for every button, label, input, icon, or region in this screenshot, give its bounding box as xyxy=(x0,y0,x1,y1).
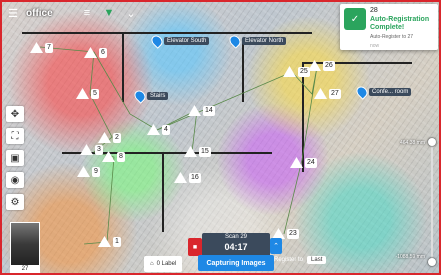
scan-pin-icon xyxy=(174,172,187,183)
scan-pin-icon xyxy=(102,151,115,162)
scan-pin[interactable]: 3 xyxy=(80,144,103,155)
stop-icon: ■ xyxy=(192,243,198,251)
scan-pin[interactable]: 1 xyxy=(98,236,121,247)
location-pin-icon xyxy=(227,33,243,49)
scan-pin[interactable]: 26 xyxy=(308,60,335,71)
chevron-down-icon[interactable]: ⌄ xyxy=(124,6,138,20)
scan-pin-icon xyxy=(77,166,90,177)
scan-pin[interactable]: 6 xyxy=(84,47,107,58)
scan-panel: Scan 29 04:17 xyxy=(202,233,270,255)
scan-pin[interactable]: 24 xyxy=(290,157,317,168)
scan-pin-icon xyxy=(80,144,93,155)
tag-icon: ⌂ xyxy=(150,261,154,267)
funnel-icon[interactable]: ▼ xyxy=(102,6,116,20)
move-icon[interactable]: ✥ xyxy=(6,106,24,122)
slider-top-label: 464.38 mm xyxy=(399,140,425,146)
scan-pin[interactable]: 25 xyxy=(283,66,310,77)
check-icon: ✓ xyxy=(344,8,366,30)
layers-icon[interactable]: ≡ xyxy=(80,6,94,20)
settings-icon[interactable]: ⚙ xyxy=(6,194,24,210)
scan-pin-icon xyxy=(30,42,43,53)
scan-pin[interactable]: 4 xyxy=(147,124,170,135)
top-tools: ≡ ▼ ⌄ xyxy=(80,6,138,20)
notification-subtitle: Auto-Register to 27 xyxy=(370,34,414,40)
project-title: office xyxy=(26,7,53,19)
scan-pin[interactable]: 5 xyxy=(76,88,99,99)
notification-title: Auto-Registration Complete! xyxy=(370,16,430,31)
slider-handle-top[interactable] xyxy=(428,138,436,146)
thumbnail-caption: 27 xyxy=(11,265,39,273)
fit-icon[interactable]: ⛶ xyxy=(6,128,24,144)
slider-handle-bottom[interactable] xyxy=(428,258,436,266)
scan-pin-icon xyxy=(98,132,111,143)
poi-conference-room[interactable]: Confe... room xyxy=(354,84,412,100)
hamburger-icon[interactable]: ☰ xyxy=(6,6,20,20)
register-select[interactable]: Last xyxy=(307,256,327,264)
notification-count: 28 xyxy=(370,7,378,14)
notification-toast[interactable]: ✓ 28 Auto-Registration Complete! Auto-Re… xyxy=(340,4,438,50)
scan-pin-icon xyxy=(184,146,197,157)
poi-elevator-north[interactable]: Elevator North xyxy=(227,33,287,49)
slider-track xyxy=(431,142,433,266)
scan-pin[interactable]: 27 xyxy=(314,88,341,99)
scan-pin[interactable]: 15 xyxy=(184,146,211,157)
cube-icon[interactable]: ▣ xyxy=(6,150,24,166)
scan-pin[interactable]: 14 xyxy=(188,105,215,116)
scan-pin[interactable]: 8 xyxy=(102,151,125,162)
scan-pin[interactable]: 16 xyxy=(174,172,201,183)
height-slider[interactable] xyxy=(428,138,436,266)
label-button[interactable]: ⌂ 0 Label xyxy=(144,256,183,272)
left-toolbar: ✥ ⛶ ▣ ◉ ⚙ xyxy=(6,106,24,210)
location-pin-icon xyxy=(149,33,165,49)
scan-pin-icon xyxy=(314,88,327,99)
scan-thumbnail[interactable]: 27 xyxy=(10,222,40,273)
chevron-up-icon: ⌃ xyxy=(273,243,279,250)
scan-pin-icon xyxy=(188,105,201,116)
eye-icon[interactable]: ◉ xyxy=(6,172,24,188)
scan-pin-icon xyxy=(84,47,97,58)
expand-button[interactable]: ⌃ xyxy=(270,238,282,254)
notification-time: now xyxy=(370,43,380,49)
location-pin-icon xyxy=(354,84,370,100)
stop-button[interactable]: ■ xyxy=(188,238,202,256)
slider-bottom-label: -1088.59 mm xyxy=(395,254,425,260)
scan-pin[interactable]: 2 xyxy=(98,132,121,143)
scan-pin-icon xyxy=(98,236,111,247)
poi-elevator-south[interactable]: Elevator South xyxy=(149,33,210,49)
scan-pin[interactable]: 7 xyxy=(30,42,53,53)
scan-pin-icon xyxy=(290,157,303,168)
scan-pin-icon xyxy=(76,88,89,99)
top-bar: ☰ office xyxy=(6,4,53,22)
scan-pin-icon xyxy=(283,66,296,77)
scan-name: Scan 29 xyxy=(224,234,248,240)
location-pin-icon xyxy=(132,88,148,104)
scan-timer: 04:17 xyxy=(224,242,248,252)
scan-pin-icon xyxy=(147,124,160,135)
scan-pin-icon xyxy=(308,60,321,71)
capture-status-button[interactable]: Capturing Images xyxy=(198,255,274,271)
scan-pin[interactable]: 9 xyxy=(77,166,100,177)
app-frame: ☰ office ≡ ▼ ⌄ ✥ ⛶ ▣ ◉ ⚙ Elevator South … xyxy=(0,0,441,275)
poi-stairs[interactable]: Stairs xyxy=(132,88,169,104)
scan-preview-image xyxy=(11,223,39,265)
register-to: Register to Last xyxy=(274,256,327,264)
